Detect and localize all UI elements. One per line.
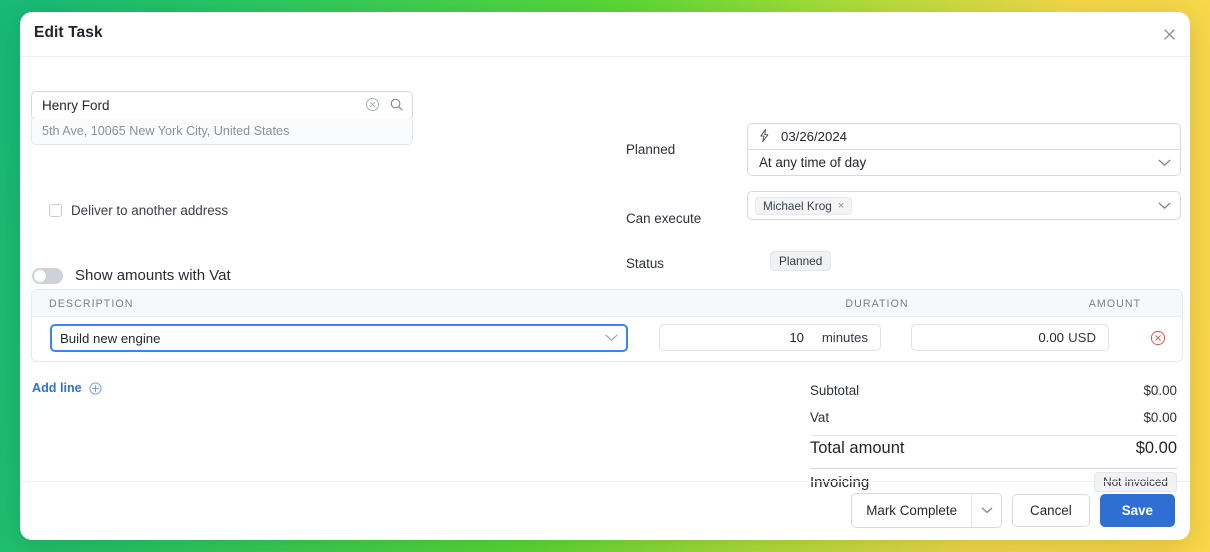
total-amount-label: Total amount [810, 439, 904, 458]
mark-complete-button[interactable]: Mark Complete [852, 494, 971, 527]
deliver-another-address-checkbox[interactable] [49, 204, 62, 217]
line-amount-currency: USD [1068, 330, 1096, 345]
assignee-chip-remove-icon[interactable]: × [838, 201, 844, 212]
planned-time-select[interactable]: At any time of day [747, 149, 1181, 176]
search-icon[interactable] [389, 97, 404, 112]
customer-lookup: Henry Ford [31, 91, 413, 145]
line-duration-unit: minutes [822, 330, 868, 345]
customer-name-value: Henry Ford [42, 98, 110, 113]
close-icon[interactable] [1158, 23, 1180, 45]
mark-complete-split-button: Mark Complete [851, 493, 1002, 528]
subtotal-row: Subtotal $0.00 [810, 379, 1177, 406]
chevron-down-icon[interactable] [1158, 202, 1171, 210]
circle-x-delete-icon[interactable] [1150, 330, 1166, 346]
circle-x-icon[interactable] [365, 97, 380, 112]
show-vat-label: Show amounts with Vat [75, 267, 231, 284]
subtotal-label: Subtotal [810, 383, 859, 398]
column-header-description: DESCRIPTION [49, 298, 134, 310]
planned-time-value: At any time of day [759, 155, 866, 170]
chevron-down-icon[interactable] [1158, 159, 1171, 167]
lightning-bolt-glyph [759, 129, 770, 142]
customer-address: 5th Ave, 10065 New York City, United Sta… [31, 119, 413, 145]
total-amount-row: Total amount $0.00 [810, 436, 1177, 466]
can-execute-select[interactable]: Michael Krog × [747, 191, 1181, 220]
add-line-label: Add line [32, 381, 82, 395]
circle-x-delete-glyph [1150, 330, 1166, 346]
planned-date-input[interactable]: 03/26/2024 [747, 123, 1181, 150]
circle-x-glyph [365, 97, 380, 112]
line-duration-value: 10 [789, 330, 804, 345]
chevron-down-icon[interactable] [605, 334, 618, 342]
line-duration-input[interactable]: 10 minutes [659, 324, 881, 351]
column-header-duration: DURATION [822, 298, 932, 310]
chevron-down-icon[interactable] [971, 494, 1001, 527]
planned-label: Planned [626, 142, 675, 157]
plus-circle-glyph [89, 382, 102, 395]
search-glyph [389, 97, 404, 112]
footer-actions: Mark Complete Cancel Save [851, 493, 1175, 528]
add-line-button[interactable]: Add line [32, 381, 102, 395]
chevron-down-glyph [605, 334, 618, 342]
customer-field-icons [365, 97, 404, 112]
customer-address-value: 5th Ave, 10065 New York City, United Sta… [42, 124, 289, 138]
chevron-down-glyph [981, 507, 993, 514]
table-header-row: DESCRIPTION DURATION AMOUNT [32, 290, 1182, 317]
line-amount-value: 0.00 [1038, 330, 1064, 345]
line-description-value: Build new engine [60, 331, 160, 346]
status-badge-wrapper: Planned [770, 251, 831, 271]
chevron-down-glyph [1158, 159, 1171, 167]
line-description-select[interactable]: Build new engine [50, 324, 628, 352]
edit-task-dialog: Edit Task Henry Ford [20, 12, 1190, 540]
close-glyph [1164, 29, 1175, 40]
customer-search-input[interactable]: Henry Ford [31, 91, 413, 120]
dialog-titlebar: Edit Task [20, 12, 1190, 57]
subtotal-value: $0.00 [1143, 383, 1177, 398]
assignee-chip-label: Michael Krog [763, 199, 832, 213]
total-amount-value: $0.00 [1136, 439, 1177, 458]
dialog-footer: Mark Complete Cancel Save [20, 481, 1190, 540]
chevron-down-glyph [1158, 202, 1171, 210]
table-row: Build new engine 10 minutes 0.00 USD [32, 317, 1182, 361]
plus-circle-icon [89, 382, 102, 395]
vat-label: Vat [810, 410, 829, 425]
save-button[interactable]: Save [1100, 494, 1175, 527]
vat-row: Vat $0.00 [810, 406, 1177, 433]
page-title: Edit Task [34, 24, 103, 42]
cancel-button[interactable]: Cancel [1012, 494, 1090, 527]
lightning-bolt-icon [759, 129, 770, 145]
dialog-body: Henry Ford [20, 57, 1190, 540]
show-vat-toggle[interactable] [32, 268, 63, 284]
deliver-another-address-row[interactable]: Deliver to another address [49, 203, 228, 218]
line-amount-input[interactable]: 0.00 USD [911, 324, 1109, 351]
vat-value: $0.00 [1143, 410, 1177, 425]
column-header-amount: AMOUNT [1060, 298, 1170, 310]
status-label: Status [626, 256, 664, 271]
task-lines-table: DESCRIPTION DURATION AMOUNT Build new en… [31, 289, 1183, 362]
show-vat-row[interactable]: Show amounts with Vat [32, 267, 231, 284]
deliver-another-address-label: Deliver to another address [71, 203, 228, 218]
status-badge: Planned [770, 251, 831, 271]
planned-date-value: 03/26/2024 [781, 129, 847, 144]
assignee-chip[interactable]: Michael Krog × [755, 197, 852, 215]
can-execute-label: Can execute [626, 211, 701, 226]
